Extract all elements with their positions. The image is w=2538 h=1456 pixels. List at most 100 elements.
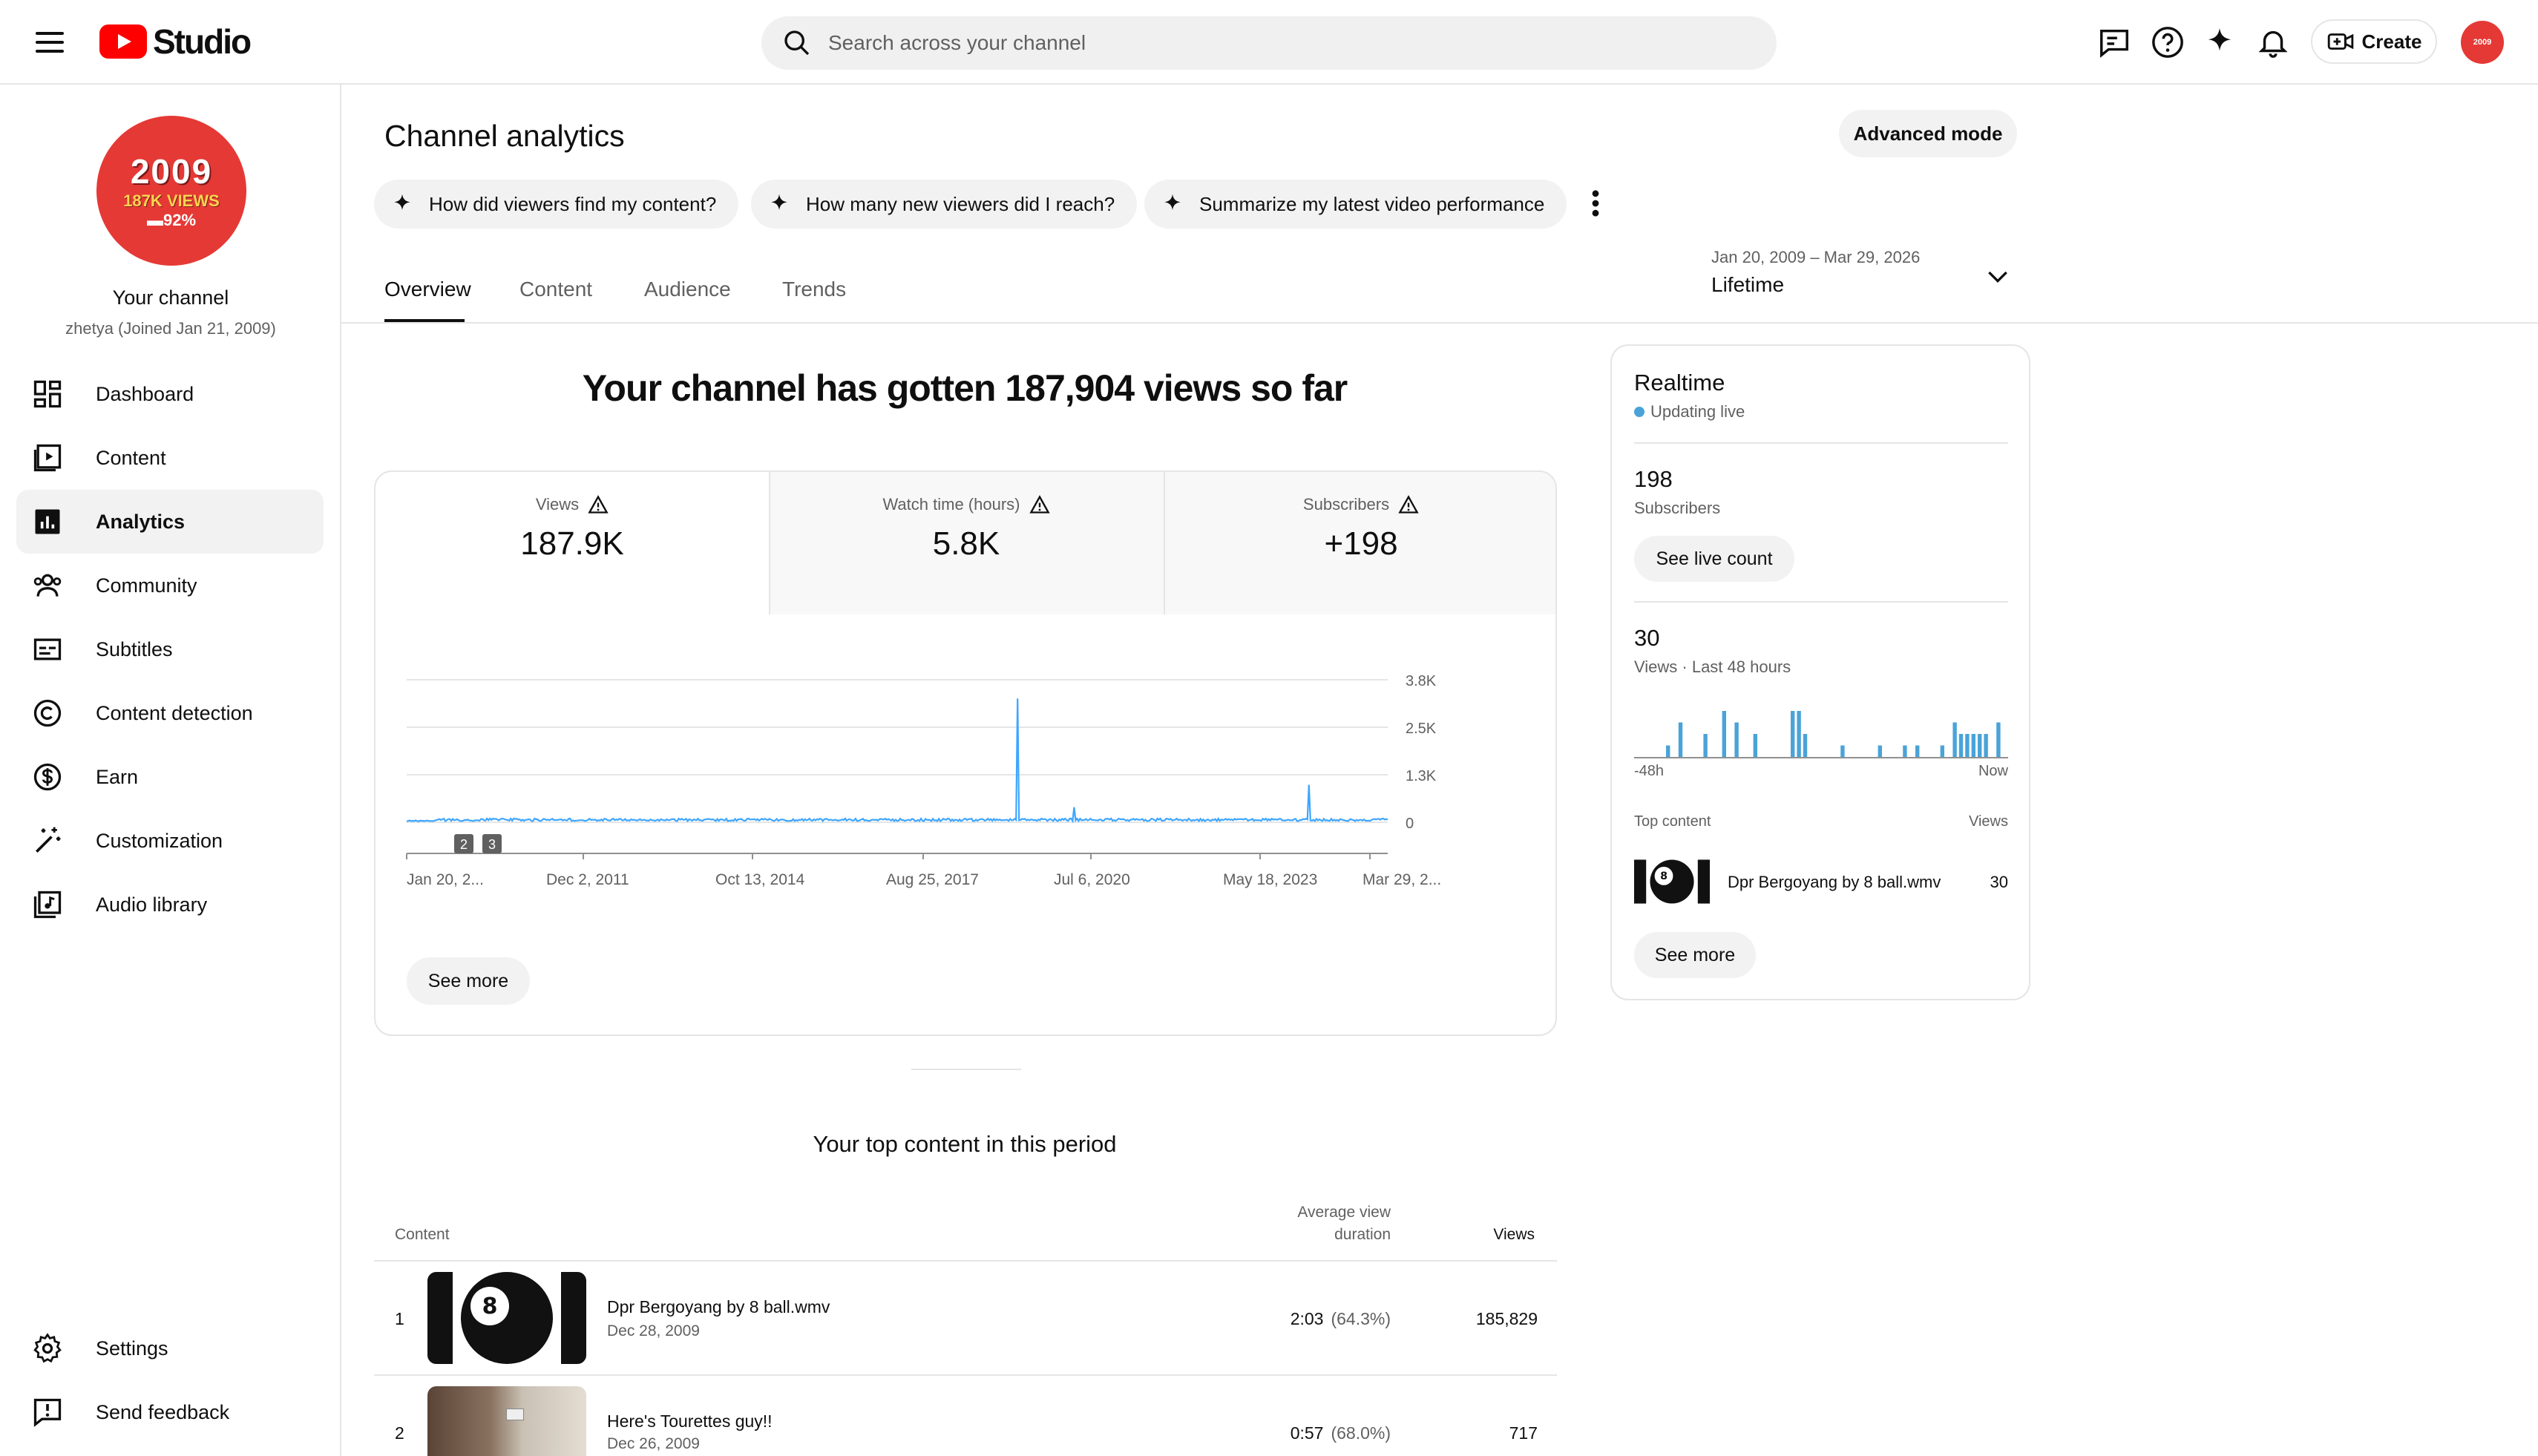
realtime-bar	[1722, 711, 1726, 757]
y-tick-label: 0	[1406, 816, 1414, 832]
realtime-status-text: Updating live	[1650, 402, 1745, 421]
feedback-chat-icon[interactable]	[2097, 25, 2131, 59]
sidebar: 2009 187K VIEWS ▬92% Your channel zhetya…	[0, 85, 341, 1456]
suggestion-chip-new-viewers[interactable]: How many new viewers did I reach?	[751, 180, 1138, 229]
views-line-chart[interactable]: 3.8K 2.5K 1.3K 0 Jan 20, 2... Dec 2, 2011 Oct …	[376, 614, 1557, 941]
sparkle-icon	[1164, 194, 1181, 210]
metric-views[interactable]: Views 187.9K	[376, 472, 769, 614]
row-avg-pct: (68.0%)	[1331, 1423, 1391, 1443]
th-avg-line1[interactable]: Average view	[1242, 1204, 1391, 1221]
realtime-top-title[interactable]: Dpr Bergoyang by 8 ball.wmv	[1728, 873, 1941, 892]
row-title[interactable]: Here's Tourettes guy!!	[607, 1411, 773, 1432]
search-bar[interactable]	[761, 16, 1777, 70]
sidebar-item-audio-library[interactable]: Audio library	[16, 873, 324, 937]
chart-see-more-button[interactable]: See more	[407, 957, 530, 1005]
sidebar-item-content-detection[interactable]: Content detection	[16, 681, 324, 745]
sidebar-item-subtitles[interactable]: Subtitles	[16, 617, 324, 681]
date-period-label[interactable]: Lifetime	[1711, 273, 1784, 297]
top-content-title: Your top content in this period	[813, 1131, 1117, 1157]
suggestion-chip-traffic[interactable]: How did viewers find my content?	[374, 180, 739, 229]
sidebar-item-dashboard[interactable]: Dashboard	[16, 362, 324, 426]
sidebar-item-content[interactable]: Content	[16, 426, 324, 490]
light-switch-image	[506, 1409, 524, 1420]
tab-overview[interactable]: Overview	[384, 278, 471, 301]
channel-avatar-views: 187K VIEWS	[123, 191, 220, 210]
account-avatar-text: 2009	[2473, 37, 2492, 47]
channel-avatar[interactable]: 2009 187K VIEWS ▬92%	[96, 116, 246, 266]
sidebar-item-settings[interactable]: Settings	[16, 1316, 324, 1380]
sparkle-icon	[771, 194, 787, 210]
menu-icon[interactable]	[36, 28, 64, 56]
realtime-bar	[1878, 745, 1882, 757]
sparkle-icon	[394, 194, 410, 210]
notifications-bell-icon[interactable]	[2256, 25, 2290, 59]
realtime-axis-end: Now	[1978, 763, 2008, 779]
row-avg-duration: 0:57 (68.0%)	[1168, 1423, 1391, 1443]
overview-chart-card: Views 187.9K Watch time (hours) 5.8K Sub…	[374, 470, 1557, 1036]
account-avatar[interactable]: 2009	[2461, 21, 2504, 64]
y-tick-label: 2.5K	[1406, 721, 1437, 737]
x-tick-label: Aug 25, 2017	[886, 871, 979, 888]
row-title[interactable]: Dpr Bergoyang by 8 ball.wmv	[607, 1297, 830, 1317]
svg-text:8: 8	[1660, 870, 1668, 882]
realtime-card: Realtime Updating live 198 Subscribers S…	[1610, 344, 2030, 1000]
suggestion-chip-summarize[interactable]: Summarize my latest video performance	[1144, 180, 1567, 229]
section-divider	[911, 1069, 1021, 1070]
x-tick-label: Mar 29, 2...	[1363, 871, 1441, 888]
sidebar-item-customization[interactable]: Customization	[16, 809, 324, 873]
metric-watch-time[interactable]: Watch time (hours) 5.8K	[769, 472, 1164, 614]
logo-text: Studio	[153, 22, 252, 61]
warning-icon	[1398, 495, 1419, 514]
metric-value: 187.9K	[520, 525, 624, 562]
copyright-icon	[33, 699, 62, 727]
channel-title[interactable]: Your channel	[0, 286, 341, 309]
see-live-count-button[interactable]: See live count	[1634, 536, 1794, 582]
sidebar-item-label: Settings	[96, 1337, 168, 1360]
realtime-top-thumbnail[interactable]: 8	[1634, 859, 1710, 904]
sidebar-item-earn[interactable]: Earn	[16, 745, 324, 809]
realtime-bar-chart[interactable]	[1634, 695, 2008, 758]
chip-label: How many new viewers did I reach?	[806, 192, 1115, 215]
row-number: 1	[395, 1309, 404, 1328]
sidebar-item-label: Earn	[96, 765, 139, 788]
y-tick-label: 3.8K	[1406, 673, 1437, 689]
more-options-icon[interactable]	[1585, 187, 1606, 220]
svg-text:8: 8	[482, 1293, 498, 1319]
dollar-icon	[33, 763, 62, 791]
date-range-text[interactable]: Jan 20, 2009 – Mar 29, 2026	[1711, 248, 1920, 267]
metric-value: +198	[1324, 525, 1398, 562]
row-border	[374, 1374, 1557, 1376]
th-views[interactable]: Views	[1386, 1226, 1535, 1244]
top-content-label: Top content	[1634, 813, 1711, 830]
help-icon[interactable]	[2151, 25, 2185, 59]
sidebar-item-analytics[interactable]: Analytics	[16, 490, 324, 554]
realtime-bar	[1965, 734, 1970, 757]
community-icon	[33, 574, 62, 597]
realtime-title: Realtime	[1634, 370, 1725, 396]
sidebar-item-community[interactable]: Community	[16, 554, 324, 617]
x-tick-label: May 18, 2023	[1223, 871, 1317, 888]
row-avg-value: 2:03	[1290, 1309, 1324, 1328]
advanced-mode-button[interactable]: Advanced mode	[1839, 110, 2017, 157]
realtime-see-more-button[interactable]: See more	[1634, 932, 1756, 978]
chevron-down-icon[interactable]	[1983, 261, 2013, 291]
create-button[interactable]: Create	[2311, 19, 2437, 64]
tab-trends[interactable]: Trends	[782, 278, 846, 301]
tabs-divider	[341, 322, 2538, 324]
tab-content[interactable]: Content	[519, 278, 592, 301]
video-thumbnail[interactable]	[427, 1386, 586, 1456]
sidebar-item-send-feedback[interactable]: Send feedback	[16, 1380, 324, 1444]
youtube-play-icon	[99, 24, 147, 59]
search-input[interactable]	[828, 31, 1719, 55]
video-thumbnail[interactable]: 8	[427, 1272, 586, 1364]
sparkle-icon[interactable]	[2203, 25, 2237, 59]
metric-subscribers[interactable]: Subscribers +198	[1164, 472, 1555, 614]
studio-logo[interactable]: Studio	[99, 22, 252, 61]
th-avg-line2[interactable]: duration	[1242, 1226, 1391, 1244]
metric-label: Watch time (hours)	[882, 495, 1020, 514]
row-avg-duration: 2:03 (64.3%)	[1168, 1309, 1391, 1329]
annotation-marker-label: 3	[488, 837, 496, 852]
realtime-bar	[1978, 734, 1982, 757]
search-icon	[784, 30, 810, 56]
tab-audience[interactable]: Audience	[644, 278, 731, 301]
